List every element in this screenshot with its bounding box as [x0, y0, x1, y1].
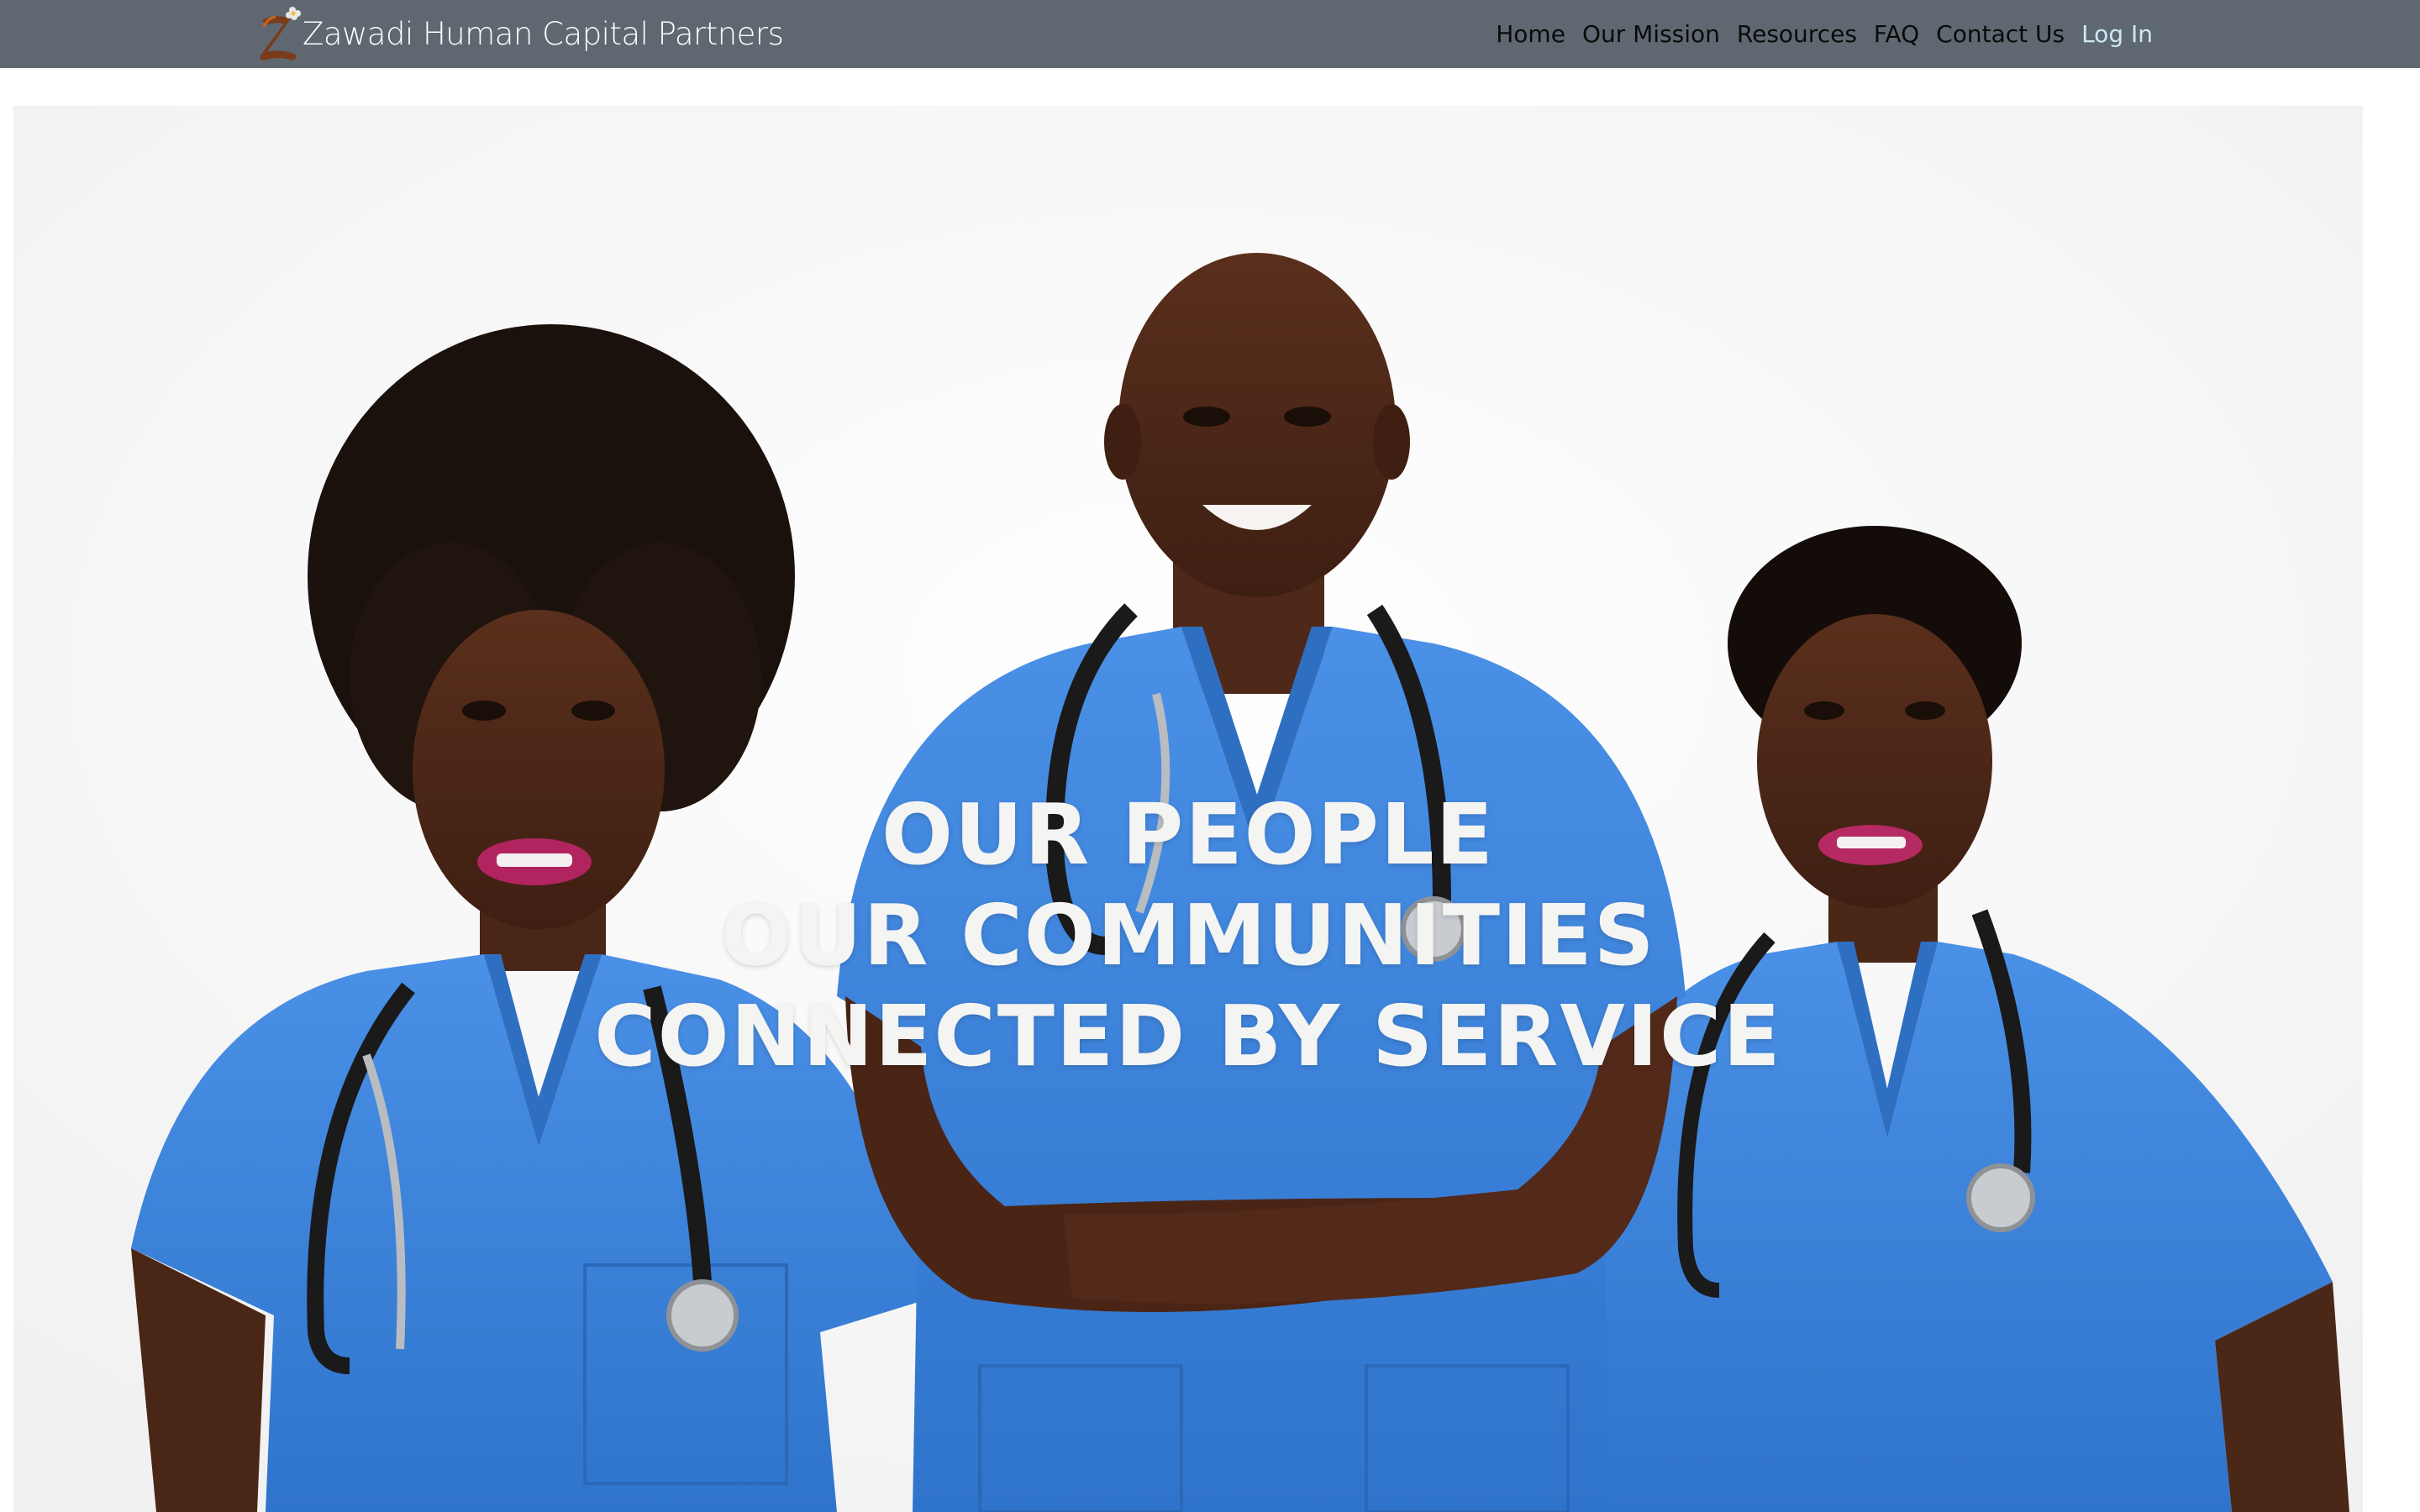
- hero-line-3: CONNECTED BY SERVICE: [594, 987, 1782, 1085]
- nav-log-in[interactable]: Log In: [2073, 20, 2161, 48]
- main-nav: Home Our Mission Resources FAQ Contact U…: [1487, 0, 2161, 68]
- nav-resources[interactable]: Resources: [1728, 20, 1865, 48]
- brand[interactable]: Zawadi Human Capital Partners: [250, 0, 784, 68]
- nav-faq[interactable]: FAQ: [1865, 20, 1928, 48]
- hero-section: OUR PEOPLE OUR COMMUNITIES CONNECTED BY …: [13, 106, 2363, 1512]
- brand-name: Zawadi Human Capital Partners: [302, 16, 784, 52]
- nav-home[interactable]: Home: [1487, 20, 1574, 48]
- hero-headline: OUR PEOPLE OUR COMMUNITIES CONNECTED BY …: [13, 785, 2363, 1087]
- top-navbar: Zawadi Human Capital Partners Home Our M…: [0, 0, 2420, 68]
- nav-contact-us[interactable]: Contact Us: [1928, 20, 2073, 48]
- page: Zawadi Human Capital Partners Home Our M…: [0, 0, 2420, 1512]
- hero-line-1: OUR PEOPLE: [881, 785, 1495, 884]
- zawadi-z-logo-icon: [260, 6, 301, 60]
- hero-line-2: OUR COMMUNITIES: [720, 886, 1656, 984]
- nav-our-mission[interactable]: Our Mission: [1574, 20, 1728, 48]
